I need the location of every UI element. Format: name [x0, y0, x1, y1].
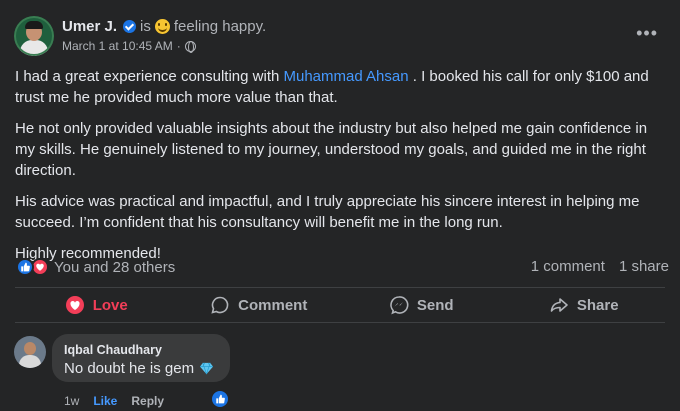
author-info: Umer J. is feeling happy. March 1 at 10:… [62, 16, 266, 54]
comment-label: Comment [238, 296, 308, 314]
share-label: Share [576, 296, 619, 314]
commenter-name[interactable]: Iqbal Chaudhary [64, 343, 218, 357]
feeling-text[interactable]: feeling happy. [174, 18, 266, 35]
post-stats: 1 comment 1 share [531, 258, 669, 275]
comment-text: No doubt he is gem [64, 360, 195, 377]
post-paragraph-3: His advice was practical and impactful, … [15, 193, 640, 231]
post-header: Umer J. is feeling happy. March 1 at 10:… [14, 16, 266, 56]
comment-meta: 1w Like Reply [64, 394, 164, 408]
post-paragraph-1: I had a great experience consulting with… [15, 68, 649, 106]
comment-text-row: No doubt he is gem [64, 360, 218, 377]
is-text: is [140, 17, 151, 35]
like-reaction-icon [16, 258, 34, 276]
comment-time[interactable]: 1w [64, 394, 79, 408]
love-button[interactable]: Love [15, 288, 178, 322]
send-button[interactable]: Send [340, 288, 503, 322]
reactions-text[interactable]: You and 28 others [54, 259, 175, 276]
post-body: I had a great experience consulting with… [15, 66, 665, 274]
share-arrow-icon [550, 298, 568, 312]
mention-link[interactable]: Muhammad Ahsan [284, 68, 409, 85]
post-card: Umer J. is feeling happy. March 1 at 10:… [0, 0, 680, 411]
author-name[interactable]: Umer J. [62, 18, 117, 35]
comment-reply-button[interactable]: Reply [131, 394, 164, 408]
comment-like-button[interactable]: Like [93, 394, 117, 408]
comment-button[interactable]: Comment [178, 288, 341, 322]
heart-icon [65, 296, 84, 314]
gem-icon [200, 362, 214, 375]
reactions-summary[interactable]: You and 28 others [16, 258, 175, 276]
comments-count[interactable]: 1 comment [531, 258, 605, 275]
commenter-avatar[interactable] [14, 336, 46, 368]
timestamp-separator: · [176, 39, 181, 53]
post-paragraph-2: He not only provided valuable insights a… [15, 120, 648, 179]
action-bar: Love Comment Send Share [15, 288, 665, 322]
shares-count[interactable]: 1 share [619, 258, 669, 275]
share-button[interactable]: Share [503, 288, 666, 322]
author-avatar[interactable] [14, 16, 54, 56]
divider [15, 322, 665, 323]
comment-like-reaction-icon[interactable] [210, 389, 230, 409]
love-label: Love [92, 296, 128, 314]
comment-bubble: Iqbal Chaudhary No doubt he is gem [52, 334, 230, 382]
happy-emoji-icon [154, 18, 170, 34]
messenger-icon [390, 296, 409, 315]
verified-badge-icon [123, 19, 137, 33]
comment-icon [211, 296, 229, 314]
globe-icon[interactable] [184, 40, 196, 53]
send-label: Send [416, 296, 454, 314]
more-options-button[interactable]: ••• [636, 24, 658, 42]
post-timestamp[interactable]: March 1 at 10:45 AM [62, 39, 173, 53]
